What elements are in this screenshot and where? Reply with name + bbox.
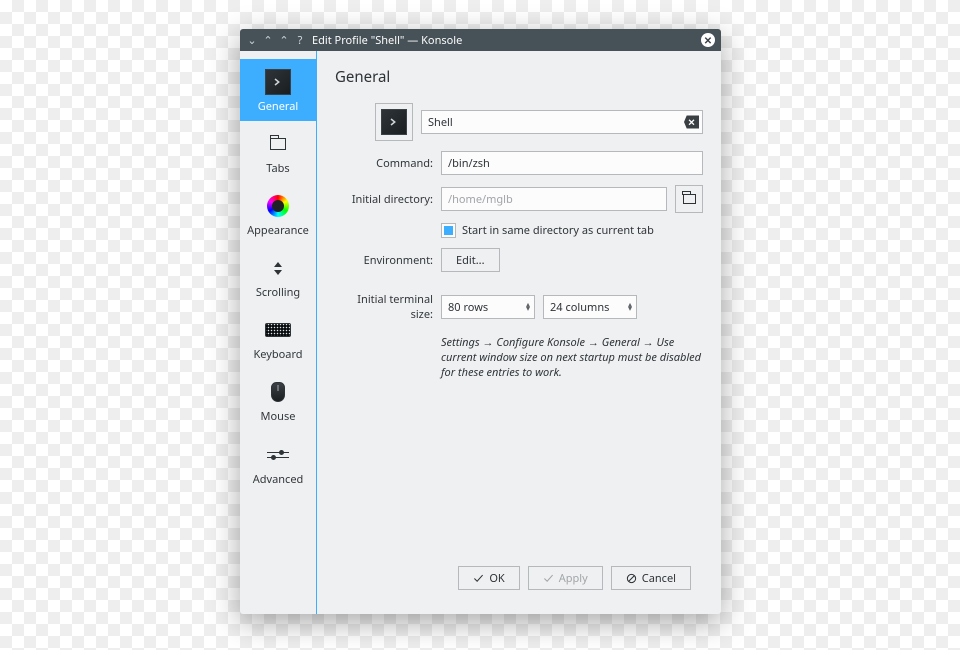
command-input[interactable] bbox=[441, 151, 703, 175]
browse-directory-button[interactable] bbox=[675, 185, 703, 213]
terminal-icon bbox=[381, 109, 407, 135]
sidebar-item-general[interactable]: General bbox=[240, 59, 316, 121]
command-label: Command: bbox=[335, 156, 433, 171]
help-button[interactable]: ? bbox=[294, 34, 306, 46]
sidebar-item-keyboard[interactable]: Keyboard bbox=[240, 307, 316, 369]
shade-button[interactable]: ⌄ bbox=[246, 34, 258, 46]
page-heading: General bbox=[335, 67, 703, 87]
titlebar[interactable]: ⌄ ⌃ ⌃ ? Edit Profile "Shell" — Konsole ✕ bbox=[240, 29, 721, 51]
mouse-icon bbox=[265, 379, 291, 405]
cancel-button[interactable]: Cancel bbox=[611, 566, 691, 590]
dialog-button-box: OK Apply Cancel bbox=[335, 556, 703, 602]
keyboard-icon bbox=[265, 317, 291, 343]
terminal-size-hint: Settings → Configure Konsole → General →… bbox=[441, 336, 703, 381]
rows-spinbox[interactable]: 80 rows ▴▾ bbox=[441, 295, 535, 319]
same-directory-checkbox[interactable] bbox=[441, 223, 456, 238]
chevron-down-icon[interactable]: ▾ bbox=[628, 307, 632, 311]
check-icon bbox=[473, 573, 484, 584]
sidebar-item-label: General bbox=[258, 101, 299, 113]
sidebar-item-label: Scrolling bbox=[256, 287, 300, 299]
columns-spinbox[interactable]: 24 columns ▴▾ bbox=[543, 295, 637, 319]
edit-environment-button[interactable]: Edit... bbox=[441, 248, 500, 272]
sidebar-item-label: Mouse bbox=[261, 411, 296, 423]
sidebar-item-appearance[interactable]: Appearance bbox=[240, 183, 316, 245]
cancel-icon bbox=[626, 573, 637, 584]
maximize-button[interactable]: ⌃ bbox=[278, 34, 290, 46]
same-directory-label: Start in same directory as current tab bbox=[462, 223, 654, 238]
main-panel: General ✕ Command: Initial dire bbox=[317, 51, 721, 614]
check-icon bbox=[543, 573, 554, 584]
sidebar-item-scrolling[interactable]: Scrolling bbox=[240, 245, 316, 307]
profile-name-input[interactable] bbox=[421, 110, 703, 134]
apply-button: Apply bbox=[528, 566, 603, 590]
window-title: Edit Profile "Shell" — Konsole bbox=[312, 33, 701, 48]
scroll-icon bbox=[265, 255, 291, 281]
terminal-icon bbox=[265, 69, 291, 95]
close-button[interactable]: ✕ bbox=[701, 33, 715, 47]
initial-directory-label: Initial directory: bbox=[335, 192, 433, 207]
sidebar-item-advanced[interactable]: Advanced bbox=[240, 432, 316, 494]
folder-icon bbox=[265, 131, 291, 157]
category-sidebar: General Tabs Appearance Scrolling bbox=[240, 51, 317, 614]
initial-directory-input[interactable] bbox=[441, 187, 667, 211]
environment-label: Environment: bbox=[335, 253, 433, 268]
minimize-button[interactable]: ⌃ bbox=[262, 34, 274, 46]
sidebar-item-label: Appearance bbox=[247, 225, 309, 237]
edit-profile-dialog: ⌄ ⌃ ⌃ ? Edit Profile "Shell" — Konsole ✕… bbox=[240, 29, 721, 614]
clear-name-button[interactable]: ✕ bbox=[684, 116, 699, 129]
folder-open-icon bbox=[683, 194, 696, 204]
color-wheel-icon bbox=[265, 193, 291, 219]
sidebar-item-tabs[interactable]: Tabs bbox=[240, 121, 316, 183]
chevron-down-icon[interactable]: ▾ bbox=[526, 307, 530, 311]
sliders-icon bbox=[265, 442, 291, 468]
sidebar-item-mouse[interactable]: Mouse bbox=[240, 369, 316, 431]
profile-icon-button[interactable] bbox=[375, 103, 413, 141]
sidebar-item-label: Tabs bbox=[266, 163, 289, 175]
terminal-size-label: Initial terminal size: bbox=[335, 292, 433, 322]
sidebar-item-label: Advanced bbox=[253, 474, 304, 486]
ok-button[interactable]: OK bbox=[458, 566, 519, 590]
sidebar-item-label: Keyboard bbox=[253, 349, 302, 361]
